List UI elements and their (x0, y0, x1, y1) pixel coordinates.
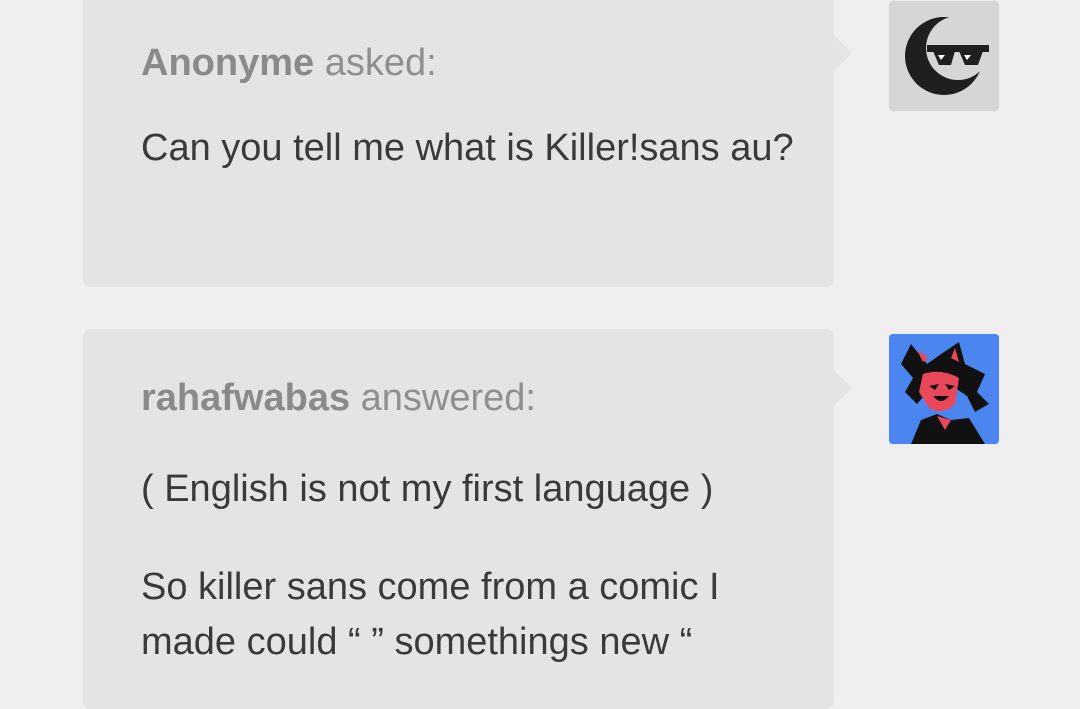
question-header: Anonyme asked: (141, 42, 437, 85)
asker-avatar[interactable] (889, 1, 999, 111)
question-bubble: Anonyme asked: Can you tell me what is K… (83, 0, 852, 287)
answered-label: answered: (360, 377, 536, 419)
answerer-name[interactable]: rahafwabas (141, 377, 350, 419)
cat-character-avatar (889, 334, 999, 444)
question-text: Can you tell me what is Killer!sans au? (141, 127, 794, 169)
asker-name[interactable]: Anonyme (141, 42, 314, 84)
answer-bubble: rahafwabas answered: ( English is not my… (83, 329, 852, 709)
asked-label: asked: (324, 42, 437, 84)
answerer-avatar[interactable] (889, 334, 999, 444)
answer-paragraph: ( English is not my first language ) (141, 468, 714, 510)
answer-header: rahafwabas answered: (141, 377, 536, 420)
answer-paragraph: So killer sans come from a comic I made … (141, 566, 720, 663)
sunglasses-moon-icon (905, 16, 990, 95)
